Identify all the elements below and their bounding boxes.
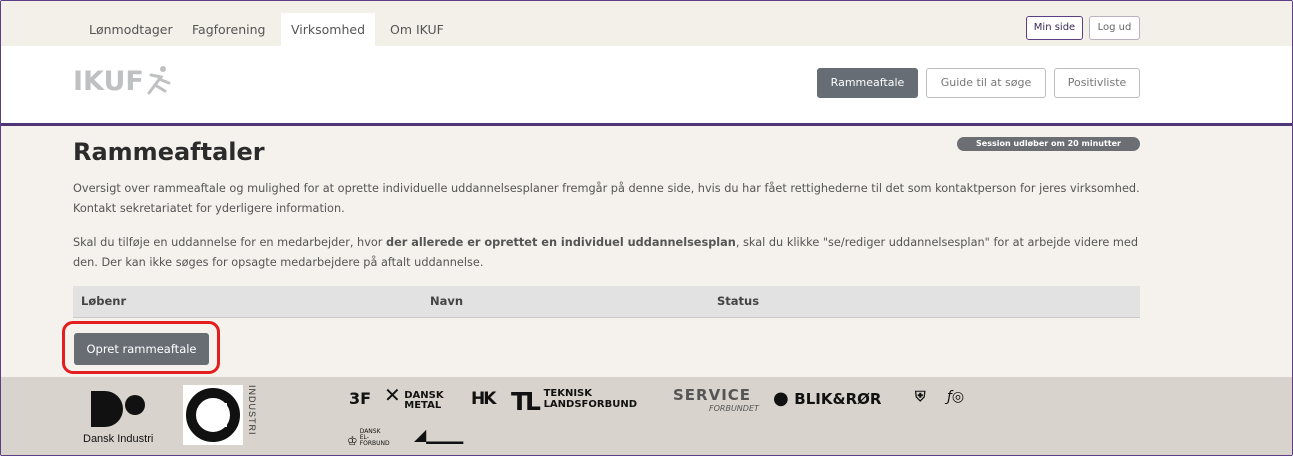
dansk-metal-label: DANSK METAL — [404, 390, 444, 411]
rammeaftale-button[interactable]: Rammeaftale — [817, 68, 918, 98]
hk-logo[interactable]: HK — [471, 389, 496, 409]
app-frame: Lønmodtager Fagforening Virksomhed Om IK… — [0, 0, 1293, 456]
min-side-button[interactable]: Min side — [1026, 16, 1083, 40]
dansk-metal-icon: ✕ — [384, 383, 401, 407]
blik-og-ror-icon: ● — [773, 388, 789, 409]
tl-mark-icon: TL — [511, 387, 541, 416]
log-ud-button[interactable]: Log ud — [1089, 16, 1140, 40]
co-industri-logo[interactable]: INDUSTRI — [183, 385, 259, 451]
co-industri-mark-icon — [183, 385, 243, 445]
session-badge: Session udløber om 20 minutter — [957, 137, 1140, 151]
crest-icon[interactable]: ⛨ — [915, 389, 926, 405]
blik-og-ror-label: BLIK&RØR — [794, 390, 882, 408]
column-header-status[interactable]: Status — [717, 286, 759, 316]
top-nav-bar: Lønmodtager Fagforening Virksomhed Om IK… — [1, 1, 1292, 46]
column-header-navn[interactable]: Navn — [430, 286, 463, 316]
footer: Dansk Industri INDUSTRI 3F ✕ DANSK METAL… — [1, 377, 1292, 455]
logo-text: IKUF — [73, 66, 144, 97]
forbundet-label: FORBUNDET — [709, 404, 759, 413]
tab-fagforening[interactable]: Fagforening — [182, 13, 276, 46]
dansk-el-forbund-label: DANSK EL-FORBUND — [359, 428, 390, 447]
column-header-lobenr[interactable]: Løbenr — [81, 286, 126, 316]
positivliste-button[interactable]: Positivliste — [1054, 68, 1140, 98]
teknisk-landsforbund-label: TEKNISK LANDSFORBUND — [543, 388, 637, 410]
di-mark-icon — [91, 391, 145, 427]
guide-til-at-soge-button[interactable]: Guide til at søge — [926, 68, 1046, 98]
instruction-paragraph: Skal du tilføje en uddannelse for en med… — [73, 233, 1153, 273]
blik-og-ror-logo[interactable]: ● BLIK&RØR — [773, 388, 881, 409]
co-industri-label: INDUSTRI — [247, 385, 257, 436]
dansk-industri-label: Dansk Industri — [83, 433, 154, 445]
teknisk-landsforbund-logo[interactable]: TL TEKNISK LANDSFORBUND — [511, 387, 654, 416]
rammeaftale-table-header: Løbenr Navn Status — [73, 286, 1140, 318]
instruction-bold-text: der allerede er oprettet en individuel u… — [386, 236, 736, 249]
intro-paragraph: Oversigt over rammeaftale og mulighed fo… — [73, 182, 1140, 215]
page-title: Rammeaftaler — [73, 138, 265, 166]
tab-lonmodtager[interactable]: Lønmodtager — [79, 13, 183, 46]
opret-rammeaftale-button[interactable]: Opret rammeaftale — [74, 333, 209, 365]
tab-om-ikuf[interactable]: Om IKUF — [380, 13, 454, 46]
instruction-text-start: Skal du tilføje en uddannelse for en med… — [73, 236, 387, 249]
el-forbund-crest-icon: ♔ — [347, 434, 358, 448]
forbund-logo-icon[interactable]: ƒ◎ — [947, 389, 964, 405]
service-label: SERVICE — [673, 386, 752, 404]
3f-logo[interactable]: 3F — [349, 389, 371, 408]
dansk-el-forbund-logo[interactable]: ♔ DANSK EL-FORBUND — [347, 428, 390, 449]
running-figure-icon — [147, 66, 171, 95]
serviceforbundet-logo[interactable]: SERVICE FORBUNDET — [673, 386, 759, 413]
tab-virksomhed[interactable]: Virksomhed — [281, 13, 376, 46]
dansk-metal-logo[interactable]: ✕ DANSK METAL — [384, 385, 444, 411]
dansk-industri-logo[interactable]: Dansk Industri — [83, 389, 173, 449]
ikuf-logo[interactable]: IKUF — [73, 63, 173, 101]
partner-mark-icon[interactable]: ◢▁▁▁ — [414, 425, 463, 444]
